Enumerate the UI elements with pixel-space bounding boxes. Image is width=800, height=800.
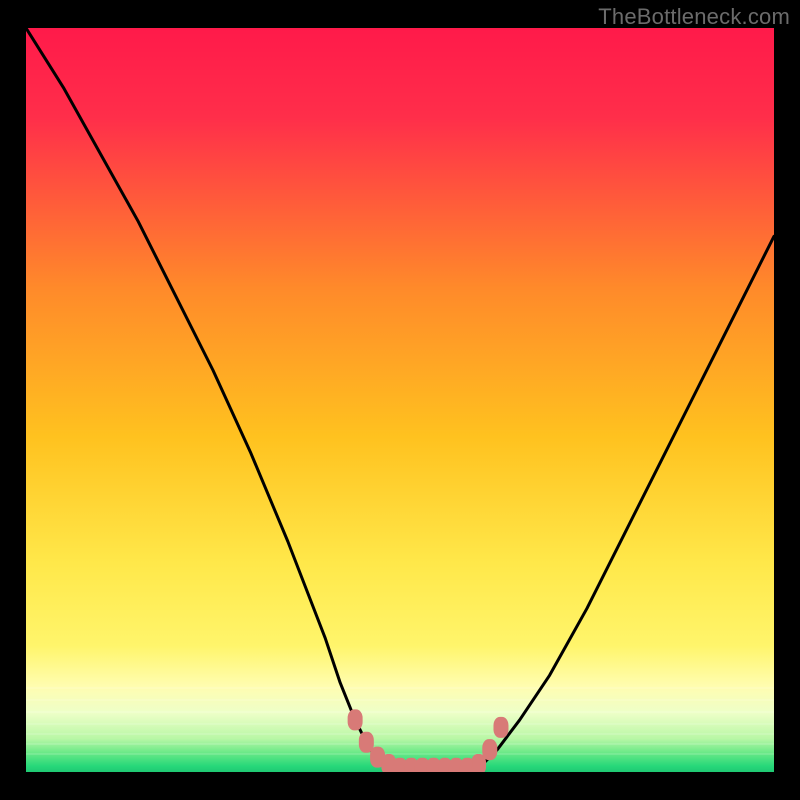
marker-dot	[359, 732, 373, 752]
marker-dot	[483, 740, 497, 760]
marker-dot	[472, 755, 486, 772]
marker-dot	[348, 710, 362, 730]
watermark-text: TheBottleneck.com	[598, 4, 790, 30]
gradient-background	[26, 28, 774, 772]
bottleneck-chart	[26, 28, 774, 772]
chart-frame: TheBottleneck.com	[0, 0, 800, 800]
marker-dot	[494, 717, 508, 737]
